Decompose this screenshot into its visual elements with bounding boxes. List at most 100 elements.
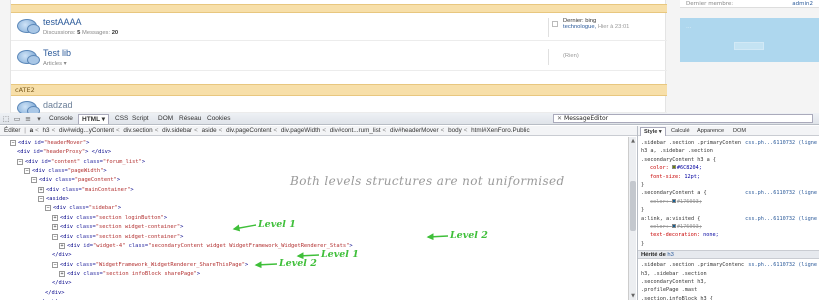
css-selector[interactable]: .sidebar .section .primaryContencss.ph..… [641,261,819,269]
search-input[interactable]: ✕ MessageEditor [553,114,813,123]
breadcrumb-item[interactable]: div.pageWidth [281,127,320,134]
tree-node[interactable]: + <div id="widget-4" class="secondaryCont… [59,242,353,251]
css-selector[interactable]: } [641,206,819,214]
latest-member-link[interactable]: admin2 [792,1,813,7]
tree-node[interactable]: </div> [52,251,71,260]
tab-computed[interactable]: Calculé [668,127,693,136]
category-bar[interactable] [11,4,667,13]
css-source-link[interactable]: css.ph...6110732 (ligne [745,139,817,147]
expand-icon[interactable]: + [52,214,58,221]
tree-node[interactable]: + <div class="section widget-container"> [52,223,183,232]
clear-search-icon[interactable]: ✕ [557,115,562,122]
tree-node[interactable]: + <div class="mainContainer"> [38,186,134,195]
breadcrumb: Éditer | a < h3 < div#widg...yContent < div… [0,126,638,136]
tree-node[interactable]: − <div id="headerMover"> [10,139,89,148]
css-selector[interactable]: .secondaryContent h3 a { [641,156,819,164]
breadcrumb-item[interactable]: div.section [123,127,152,134]
scrollbar-thumb[interactable] [630,181,636,231]
tree-node[interactable]: − <div class="WidgetFramework_WidgetRende… [52,261,248,270]
collapse-icon[interactable]: − [52,261,58,268]
scroll-up-icon[interactable]: ▲ [630,138,636,144]
node-title-link[interactable]: dadzad [43,100,73,110]
css-selector[interactable]: .secondaryContent h3, [641,278,819,286]
firebug-panel: ⬚ ▭ ≡ ▾ Console HTML ▾ CSS Script DOM Ré… [0,113,819,300]
tab-html[interactable]: HTML ▾ [78,114,110,124]
css-rules: .sidebar .section .primaryConten css.ph..… [638,137,819,300]
css-declaration[interactable]: color: #176093; [650,223,819,231]
tree-node[interactable]: − <aside> [38,195,69,204]
tree-node[interactable]: + <div class="section infoBlock sharePage… [59,270,200,279]
css-selector[interactable]: } [641,240,819,248]
breadcrumb-item[interactable]: div#cont...rum_list [330,127,381,134]
css-selector[interactable]: } [641,181,819,189]
css-selector[interactable]: a:link, a:visited {css.ph...6110732 (lig… [641,215,819,223]
tree-node[interactable]: <div id="headerProxy"> </div> [17,148,111,157]
collapse-icon[interactable]: − [10,140,16,146]
expand-icon[interactable]: + [59,270,65,277]
breadcrumb-item[interactable]: div.sidebar [162,127,192,134]
tab-style[interactable]: Style ▾ [640,127,666,136]
tab-dom[interactable]: DOM [155,114,176,124]
scroll-down-icon[interactable]: ▼ [630,293,636,299]
tab-console[interactable]: Console [46,114,76,124]
css-selector[interactable]: .profilePage .mast [641,286,819,294]
tab-layout[interactable]: Apparence [694,127,727,136]
tree-node[interactable]: − <div class="pageContent"> [31,176,120,185]
tree-node[interactable]: </div> [52,279,71,288]
tab-network[interactable]: Réseau [176,114,204,124]
tree-node[interactable]: </div> [45,289,64,298]
collapse-icon[interactable]: − [52,233,58,240]
css-selector[interactable]: .section.infoBlock h3 { [641,295,819,300]
dropdown-arrow-icon[interactable]: ▾ [35,115,43,123]
highlighted-widget-button[interactable] [734,42,764,50]
breadcrumb-item[interactable]: aside [202,127,217,134]
console-view-icon[interactable]: ▭ [13,115,21,123]
tree-node[interactable]: − <div id="content" class="forum_list"> [17,158,145,167]
css-selector[interactable]: h3 a, .sidebar .section [641,147,819,155]
collapse-icon[interactable]: − [31,177,37,184]
collapse-icon[interactable]: − [24,168,30,175]
collapse-icon[interactable]: − [45,205,51,212]
edit-button[interactable]: Éditer [4,127,20,134]
expand-icon[interactable]: + [52,224,58,231]
node-subforum-menu[interactable]: Articles ▾ [43,61,67,67]
breadcrumb-item[interactable]: div.pageContent [226,127,271,134]
css-declaration[interactable]: color: #6C8204; [650,164,819,172]
tab-cookies[interactable]: Cookies [204,114,233,124]
css-source-link[interactable]: css.ph...6110732 (ligne [745,189,817,197]
css-source-link[interactable]: ss.ph...6110732 (ligne [748,261,817,269]
css-selector[interactable]: h3, .sidebar .section [641,270,819,278]
css-declaration[interactable]: color: #176093; [650,198,819,206]
tab-style-dom[interactable]: DOM [730,127,749,136]
collapse-icon[interactable]: − [17,158,23,165]
css-selector[interactable]: .secondaryContent a {css.ph...6110732 (l… [641,189,819,197]
node-title-link[interactable]: Test lib [43,48,71,58]
breadcrumb-item[interactable]: body [448,127,462,134]
collapse-icon[interactable]: − [38,196,44,203]
breadcrumb-item[interactable]: div#widg...yContent [59,127,114,134]
tab-script[interactable]: Script [129,114,152,124]
forum-sidebar: Dernier membre: admin2 … [680,0,819,113]
tree-node[interactable]: − <div class="section widget-container"> [52,233,183,242]
css-declaration[interactable]: text-decoration: none; [650,231,819,239]
breadcrumb-item[interactable]: html#XenForo.Public [471,127,529,134]
breadcrumb-item[interactable]: a [30,127,34,134]
css-declaration[interactable]: font-size: 12pt; [650,173,819,181]
css-selector[interactable]: .sidebar .section .primaryContencss.ph..… [641,139,819,147]
expand-icon[interactable]: + [59,242,65,249]
node-title-link[interactable]: testAAAA [43,17,82,27]
tree-node[interactable]: + <div class="section loginButton"> [52,214,167,223]
category-title[interactable]: cATE2 [15,86,35,94]
css-source-link[interactable]: css.ph...6110732 (ligne [745,215,817,223]
menu-icon[interactable]: ≡ [24,115,32,123]
tree-node[interactable]: − <div class="sidebar"> [45,204,121,213]
last-post-link[interactable]: technologue, Hier à 23:01 [563,24,666,30]
tree-node[interactable]: − <div class="pageWidth"> [24,167,107,176]
inspect-icon[interactable]: ⬚ [2,115,10,123]
tree-scrollbar[interactable]: ▲ ▼ [628,137,636,300]
expand-icon[interactable]: + [38,186,44,193]
category-bar[interactable]: cATE2 [11,84,667,96]
forum-bubble-icon [17,101,40,113]
breadcrumb-item[interactable]: div#headerMover [390,127,439,134]
breadcrumb-item[interactable]: h3 [43,127,50,134]
